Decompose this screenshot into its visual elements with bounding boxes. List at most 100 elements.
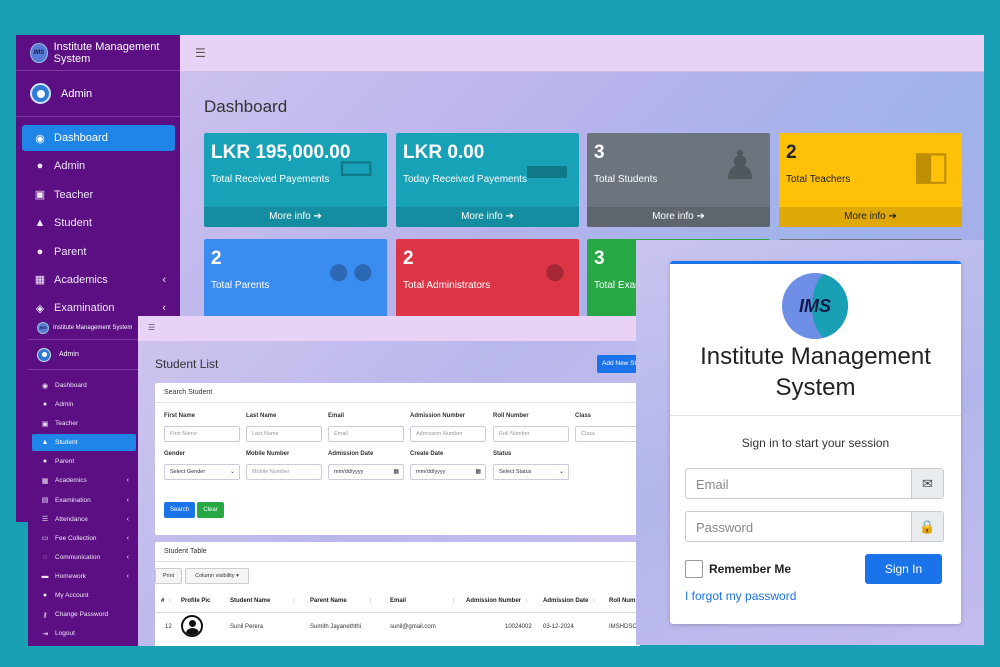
sidebar-item-change-password[interactable]: ⚷ Change Password — [32, 606, 136, 623]
student-brand[interactable]: IMS Institute Management System — [28, 316, 138, 340]
class-input[interactable]: Class — [575, 426, 640, 442]
calendar-icon[interactable]: ▦ — [475, 468, 481, 475]
print-button[interactable]: Print — [155, 568, 182, 584]
sidebar-item-label: Attendance — [55, 515, 88, 523]
stat-label: Total Received Payements — [211, 174, 330, 185]
sidebar-item-parent[interactable]: ● Parent — [32, 453, 136, 470]
sidebar-item-academics[interactable]: ▦ Academics ‹ — [22, 267, 175, 293]
column-header-num[interactable]: # ↕ — [161, 598, 171, 604]
sort-icon: ↕ — [168, 598, 172, 604]
admission-number-input[interactable]: Admission Number — [410, 426, 486, 442]
more-info-link[interactable]: More info ➔ — [204, 207, 387, 227]
sidebar-item-homework[interactable]: ▬ Homework ‹ — [32, 568, 136, 585]
sort-icon: ↕ — [452, 598, 456, 604]
sign-in-button[interactable]: Sign In — [865, 554, 942, 584]
stat-label: Today Received Payements — [403, 174, 527, 185]
mobile-number-label: Mobile Number — [246, 451, 290, 457]
password-field[interactable]: Password 🔒 — [685, 511, 944, 542]
dashboard-user-panel[interactable]: Admin — [16, 71, 180, 117]
sidebar-item-communication[interactable]: ◌ Communication ‹ — [32, 549, 136, 566]
cell-admission-date: 03-12-2024 — [543, 624, 574, 630]
admission-date-input[interactable]: mm/dd/yyyy ▦ — [328, 464, 404, 480]
menu-toggle-icon[interactable]: ☰ — [180, 35, 984, 71]
chevron-left-icon: ‹ — [162, 273, 166, 286]
column-header-email[interactable]: Email ↕ — [390, 598, 455, 604]
forgot-password-link[interactable]: I forgot my password — [685, 589, 796, 603]
sidebar-item-label: Dashboard — [55, 382, 87, 389]
search-student-panel: Search Student First Name First Name Las… — [155, 383, 640, 535]
layers-icon: ◈ — [35, 302, 45, 315]
sidebar-item-student[interactable]: ▲ Student — [32, 434, 136, 452]
gender-select-value: Select Gender — [170, 469, 206, 475]
sidebar-item-label: Homework — [55, 572, 87, 580]
sidebar-item-academics[interactable]: ▦ Academics ‹ — [32, 472, 136, 489]
calendar-icon[interactable]: ▦ — [393, 468, 399, 475]
sidebar-item-examination[interactable]: ▤ Examination ‹ — [32, 492, 136, 509]
first-name-input[interactable]: First Name — [164, 426, 240, 442]
create-date-input[interactable]: mm/dd/yyyy ▦ — [410, 464, 486, 480]
student-user-panel[interactable]: Admin — [28, 340, 138, 370]
remember-me-label[interactable]: Remember Me — [709, 562, 791, 576]
column-visibility-button[interactable]: Column visibility ▾ — [185, 568, 249, 584]
column-header-admission-date[interactable]: Admission Date ↕ — [543, 598, 595, 604]
status-select[interactable]: Select Status ⌄ — [493, 464, 569, 480]
sidebar-item-label: Communication — [55, 553, 101, 561]
more-info-link[interactable]: More info ➔ — [587, 207, 770, 227]
more-info-link[interactable]: More info ➔ — [779, 207, 962, 227]
first-name-label: First Name — [164, 413, 196, 419]
sidebar-item-teacher[interactable]: ▣ Teacher — [32, 415, 136, 432]
remember-me-checkbox[interactable] — [685, 560, 703, 578]
stat-value: 3 — [594, 142, 605, 163]
mobile-number-input[interactable]: Mobile Number — [246, 464, 322, 480]
homework-icon: ▬ — [41, 572, 49, 580]
avatar-icon — [30, 83, 51, 104]
sidebar-item-label: Academics — [55, 477, 87, 485]
sidebar-item-admin[interactable]: ● Admin — [32, 396, 136, 413]
sidebar-item-my-account[interactable]: ● My Account — [32, 587, 136, 604]
sidebar-item-dashboard[interactable]: ◉ Dashboard — [22, 125, 175, 151]
column-header-roll-number[interactable]: Roll Num — [609, 598, 635, 604]
search-button[interactable]: Search — [164, 502, 195, 518]
sort-icon: ↕ — [292, 598, 296, 604]
column-header-profile-pic: Profile Pic — [181, 598, 210, 604]
sidebar-item-logout[interactable]: ⇥ Logout — [32, 625, 136, 642]
column-header-student-name[interactable]: Student Name ↕ — [230, 598, 295, 604]
sidebar-item-student[interactable]: ▲ Student — [22, 210, 175, 236]
sidebar-item-admin[interactable]: ● Admin — [22, 153, 175, 179]
ims-logo: IMS — [782, 273, 848, 339]
student-list-screen: IMS Institute Management System Admin ◉ D… — [28, 316, 640, 646]
more-info-link[interactable]: More info ➔ — [396, 207, 579, 227]
roll-number-input[interactable]: Roll Number — [493, 426, 569, 442]
page-title: Student List — [155, 357, 219, 371]
menu-toggle-icon[interactable]: ☰ — [138, 316, 640, 339]
brand-text: Institute Management System — [53, 40, 160, 65]
admission-date-label: Admission Date — [328, 451, 374, 457]
last-name-input[interactable]: Last Name — [246, 426, 322, 442]
parents-icon: ● — [36, 245, 44, 258]
clear-button[interactable]: Clear — [197, 502, 224, 518]
avatar-icon — [37, 347, 51, 362]
email-field[interactable]: Email ✉ — [685, 468, 944, 499]
sidebar-item-dashboard[interactable]: ◉ Dashboard — [32, 377, 136, 394]
sidebar-item-attendance[interactable]: ☰ Attendance ‹ — [32, 511, 136, 528]
sidebar-item-label: Change Password — [55, 611, 109, 619]
sidebar-item-parent[interactable]: ● Parent — [22, 239, 175, 265]
sidebar-item-fee-collection[interactable]: ▭ Fee Collection ‹ — [32, 530, 136, 547]
table-panel-title: Student Table — [155, 542, 640, 562]
email-input[interactable]: Email — [328, 426, 404, 442]
column-header-admission-number[interactable]: Admission Number ↕ — [466, 598, 528, 604]
sidebar-item-teacher[interactable]: ▣ Teacher — [22, 182, 175, 208]
sidebar-item-label: Admin — [54, 160, 86, 173]
table-icon: ▦ — [34, 274, 46, 287]
more-info-label: More info — [652, 211, 694, 222]
stat-card-total-teachers: 2 Total Teachers ◧ More info ➔ — [779, 133, 962, 227]
sidebar-item-label: Examination — [55, 496, 91, 504]
stat-card-today-received: LKR 0.00 Today Received Payements ▬ More… — [396, 133, 579, 227]
column-header-parent-name[interactable]: Parent Name ↕ — [310, 598, 372, 604]
dashboard-brand[interactable]: IMS Institute Management System — [16, 35, 180, 71]
student-sidebar: IMS Institute Management System Admin ◉ D… — [28, 316, 138, 646]
class-label: Class — [575, 413, 592, 419]
add-new-student-button[interactable]: Add New St — [597, 355, 640, 373]
gender-select[interactable]: Select Gender ⌄ — [164, 464, 240, 480]
stat-label: Total Students — [594, 174, 658, 185]
